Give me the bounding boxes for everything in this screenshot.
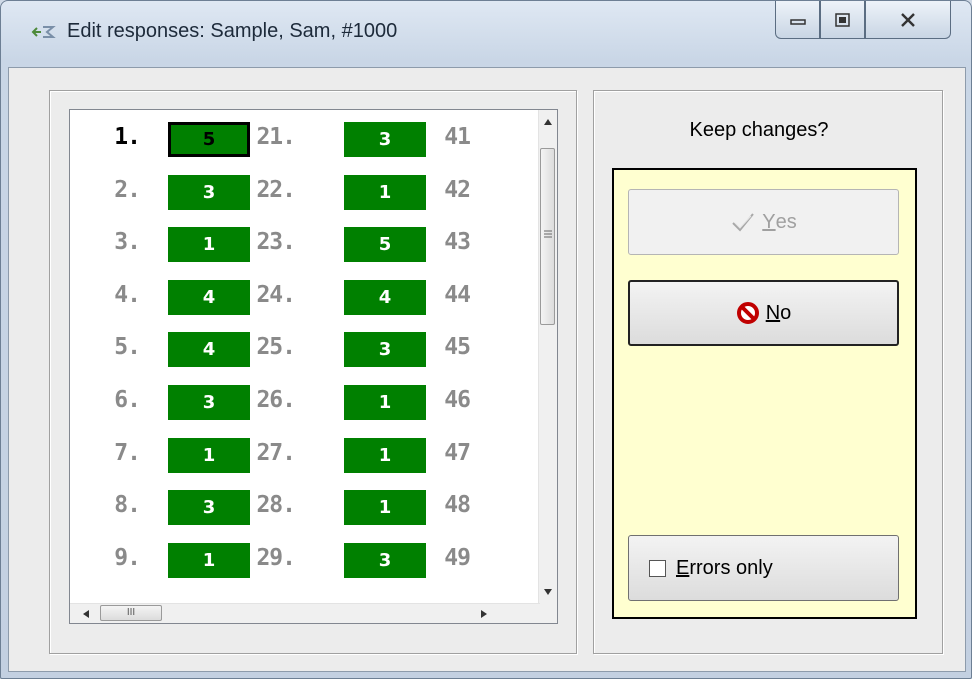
keep-changes-label: Keep changes? xyxy=(689,119,829,141)
item-number: 25. xyxy=(256,334,296,361)
item-number: 43 xyxy=(444,229,471,256)
close-icon xyxy=(901,12,915,27)
yes-label: es xyxy=(775,210,797,233)
item-number: 24. xyxy=(256,281,296,308)
minimize-button[interactable] xyxy=(775,1,820,39)
maximize-button[interactable] xyxy=(820,1,865,39)
horizontal-scrollbar[interactable]: III xyxy=(70,603,540,623)
caption-buttons xyxy=(775,1,951,41)
minimize-icon xyxy=(789,18,806,25)
item-number: 21. xyxy=(256,124,296,150)
no-accel: N xyxy=(765,301,781,324)
item-number: 7. xyxy=(114,439,141,466)
item-number: 26. xyxy=(256,387,296,413)
item-number: 22. xyxy=(256,176,296,203)
window-title: Edit responses: Sample, Sam, #1000 xyxy=(67,20,398,42)
item-number: 44 xyxy=(444,281,471,308)
scroll-right-icon[interactable] xyxy=(480,609,488,619)
grip-icon xyxy=(544,230,552,238)
item-number: 23. xyxy=(256,229,296,256)
title-bar[interactable]: Edit responses: Sample, Sam, #1000 xyxy=(1,1,971,67)
item-number: 6. xyxy=(114,387,141,413)
errors-only-toggle[interactable]: Errors only xyxy=(628,535,899,601)
close-button[interactable] xyxy=(865,1,951,39)
item-number: 1. xyxy=(114,124,141,150)
no-entry-icon xyxy=(736,302,759,324)
item-number: 29. xyxy=(256,544,296,571)
yes-accel: Y xyxy=(762,210,776,233)
item-number: 27. xyxy=(256,439,296,466)
vertical-scrollbar[interactable] xyxy=(538,110,557,604)
scroll-left-icon[interactable] xyxy=(82,609,90,619)
item-number: 41 xyxy=(444,124,471,150)
scroll-down-icon[interactable] xyxy=(543,588,553,596)
app-icon xyxy=(31,26,56,38)
errors-accel: E xyxy=(676,556,690,579)
no-button[interactable]: No xyxy=(628,280,899,346)
item-number: 28. xyxy=(256,492,296,519)
item-number: 2. xyxy=(114,176,141,203)
responses-grid[interactable]: 1. 5 2. 3 3. 1 4. 4 5. 4 6. 3 7. 1 8. 3 9. 1 21. 3 22. 1 23. 5 2… xyxy=(69,109,558,624)
item-number: 3. xyxy=(114,229,141,256)
checkmark-icon xyxy=(732,213,755,232)
no-label: o xyxy=(780,301,792,324)
item-number: 48 xyxy=(444,492,471,519)
item-number: 47 xyxy=(444,439,471,466)
scroll-up-icon[interactable] xyxy=(543,118,553,126)
item-number: 45 xyxy=(444,334,471,361)
item-number: 49 xyxy=(444,544,471,571)
item-number: 4. xyxy=(114,281,141,308)
item-number: 9. xyxy=(114,544,141,571)
edit-responses-window: Edit responses: Sample, Sam, #1000 1. 5 2.… xyxy=(0,0,972,679)
maximize-icon xyxy=(834,12,850,27)
errors-only-label: rrors only xyxy=(689,556,773,579)
horizontal-scroll-thumb[interactable]: III xyxy=(100,605,162,621)
item-number: 5. xyxy=(114,334,141,361)
vertical-scroll-thumb[interactable] xyxy=(540,148,555,325)
yes-button[interactable]: Yes xyxy=(628,189,899,255)
responses-cells: 1. 5 2. 3 3. 1 4. 4 5. 4 6. 3 7. 1 8. 3 9. 1 21. 3 22. 1 23. 5 2… xyxy=(70,110,540,604)
item-number: 42 xyxy=(444,176,471,203)
item-number: 46 xyxy=(444,387,471,413)
item-number: 8. xyxy=(114,492,141,519)
errors-only-checkbox[interactable] xyxy=(649,559,666,577)
scroll-corner xyxy=(539,604,557,623)
